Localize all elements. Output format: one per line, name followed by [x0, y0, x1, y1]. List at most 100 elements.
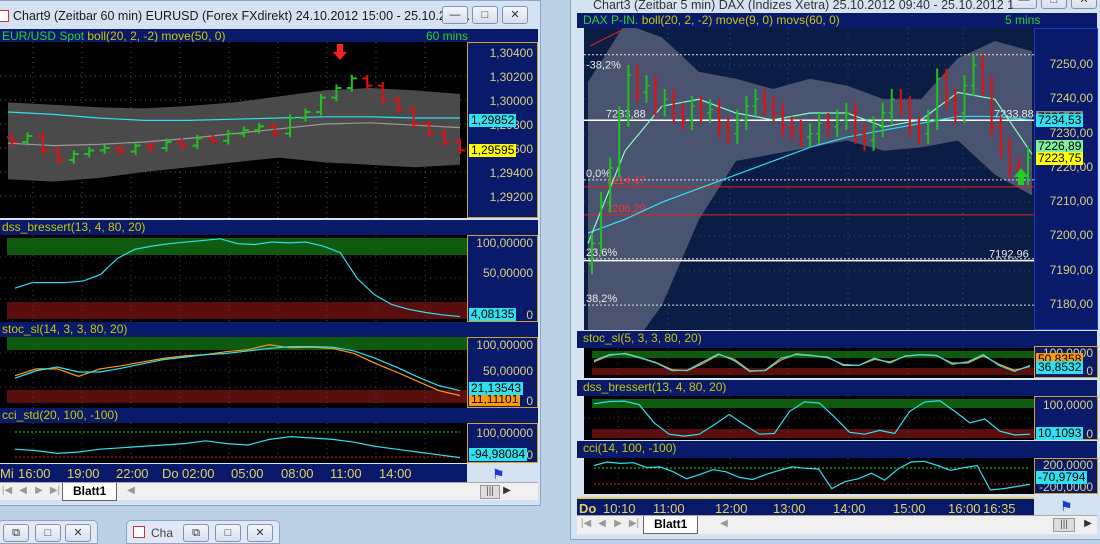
level-label: 38,2%: [586, 293, 617, 305]
axis-tick-label: 1,30000: [489, 94, 533, 108]
prev-sheet-button[interactable]: ◀: [595, 518, 609, 532]
dss-axis: 100,00000 50,00000 0 4,08135: [467, 235, 538, 322]
cci-value-badge: -70,9794: [1036, 470, 1088, 484]
level-label: 7233,88: [606, 108, 646, 120]
last-price-badge: 1,29595: [469, 143, 517, 157]
minimized-title: Cha: [151, 526, 174, 540]
scroll-left-button[interactable]: ◀: [124, 485, 138, 499]
maximize-button[interactable]: □: [472, 6, 498, 24]
stoc-k-value-badge: 21,13543: [469, 381, 524, 395]
maximize-button[interactable]: □: [1041, 0, 1067, 9]
close-button[interactable]: ✕: [502, 6, 528, 24]
time-tick-label: 15:00: [893, 501, 926, 516]
scrollbar-thumb[interactable]: |||: [480, 485, 500, 499]
axis-tick-label: 1,29200: [489, 190, 533, 204]
sheet-tab-blatt1[interactable]: Blatt1: [62, 483, 118, 501]
cci-line: [14, 435, 461, 459]
close-button[interactable]: ✕: [65, 524, 91, 542]
axis-tick-label: 7190,00: [1049, 263, 1093, 277]
stoc-axis: 100,0000050,835836,8532: [1034, 346, 1098, 378]
last-sheet-button[interactable]: ▶|: [627, 518, 641, 532]
dss-label: dss_bressert(13, 4, 80, 20): [583, 380, 727, 394]
stoc-header: stoc_sl(5, 3, 3, 80, 20): [577, 331, 1097, 348]
interval-label: 5 mins: [1005, 13, 1041, 27]
last-price-badge: 7223,75: [1036, 151, 1084, 165]
next-sheet-button[interactable]: ▶: [32, 485, 46, 499]
dss-header: dss_bressert(13, 4, 80, 20): [577, 380, 1097, 396]
move-value-badge: 1,29852: [469, 113, 517, 127]
stoc-panel[interactable]: [584, 348, 1034, 378]
sheet-tab-bar: |◀ ◀ ▶ ▶| Blatt1 ◀ ||| ▶: [0, 482, 538, 501]
close-button[interactable]: ✕: [247, 524, 273, 542]
scroll-right-button[interactable]: ▶: [500, 485, 514, 499]
axis-tick-label: 100,0000: [1042, 398, 1093, 412]
axis-tick-label: 1,30400: [489, 46, 533, 60]
prev-sheet-button[interactable]: ◀: [16, 485, 30, 499]
close-button[interactable]: ✕: [1071, 0, 1097, 9]
last-sheet-button[interactable]: ▶|: [48, 485, 62, 499]
stoc-label: stoc_sl(5, 3, 3, 80, 20): [583, 331, 702, 345]
first-sheet-button[interactable]: |◀: [0, 485, 14, 499]
maximize-button[interactable]: □: [215, 524, 241, 542]
chart-app-icon: [0, 10, 9, 22]
dss-panel[interactable]: [0, 235, 467, 322]
cci-panel[interactable]: [0, 423, 467, 463]
stoc-header: stoc_sl(14, 3, 3, 80, 20): [0, 322, 538, 337]
axis-tick-label: 50,00000: [482, 266, 533, 280]
minimize-button[interactable]: —: [442, 6, 468, 24]
oversold-zone: [7, 302, 467, 319]
level-label: -38,2%: [586, 60, 621, 72]
axis-tick-label: 0: [526, 394, 533, 408]
axis-tick-label: 50,00000: [482, 364, 533, 378]
time-tick-label: 22:00: [116, 466, 149, 481]
minimized-window-1[interactable]: ⧉ □ ✕: [0, 520, 98, 544]
scrollbar-thumb[interactable]: |||: [1053, 518, 1075, 532]
stoc-k-line: [14, 345, 461, 392]
price-axis[interactable]: 7250,00 7240,00 7230,00 7220,00 7210,00 7200,…: [1034, 28, 1098, 330]
axis-tick-label: 0: [1086, 364, 1093, 378]
cci-panel[interactable]: [584, 458, 1034, 494]
flag-icon[interactable]: ⚑: [1060, 498, 1073, 515]
oversold-zone: [592, 368, 1034, 375]
bollinger-band: [588, 28, 1032, 330]
scroll-right-button[interactable]: ▶: [1081, 518, 1095, 532]
time-tick-label: 16:00: [948, 501, 981, 516]
time-tick-label: 11:00: [653, 501, 685, 516]
bollinger-band: [8, 88, 460, 182]
flag-icon[interactable]: ⚑: [492, 466, 505, 483]
eurusd-price-chart[interactable]: [0, 42, 467, 218]
cci-axis: 200,0000 -200,0000 -70,9794: [1034, 458, 1098, 494]
axis-tick-label: 7250,00: [1049, 57, 1093, 71]
dss-panel[interactable]: [584, 396, 1034, 440]
scroll-left-button[interactable]: ◀: [717, 518, 731, 532]
stoc-panel[interactable]: [0, 337, 467, 408]
restore-button[interactable]: ⧉: [3, 524, 29, 542]
price-axis[interactable]: 1,304001,302001,300001,298001,296001,294…: [467, 42, 538, 218]
cci-axis: 100,00000 0 -94,98084: [467, 423, 538, 463]
interval-label: 60 mins: [426, 29, 469, 42]
first-sheet-button[interactable]: |◀: [579, 518, 593, 532]
maximize-button[interactable]: □: [35, 524, 61, 542]
sheet-tab-bar: |◀ ◀ ▶ ▶| Blatt1 ◀ ||| ▶: [577, 515, 1097, 534]
time-tick-label: Do: [162, 466, 179, 481]
main-chart-header: DAX P-IN. boll(20, 2, -2) move(9, 0) mov…: [577, 13, 1097, 28]
cci-label: cci(14, 100, -100): [583, 441, 677, 455]
dax-price-chart[interactable]: -38,2% 7233,88 7233,88 0,0% 7214,47 7206,29 71…: [584, 28, 1034, 330]
next-sheet-button[interactable]: ▶: [611, 518, 625, 532]
time-tick-label: Mi: [0, 466, 14, 481]
dss-axis: 100,0000 0 10,1093: [1034, 396, 1098, 441]
sheet-tab-blatt1[interactable]: Blatt1: [643, 516, 699, 534]
cci-label: cci_std(20, 100, -100): [2, 408, 119, 422]
restore-button[interactable]: ⧉: [183, 524, 209, 542]
axis-tick-label: 100,00000: [476, 236, 533, 250]
stoc-k-value-badge: 36,8532: [1036, 360, 1084, 374]
cci-header: cci(14, 100, -100): [577, 441, 1097, 458]
cci-line: [593, 460, 1031, 491]
minimized-window-2[interactable]: Cha ⧉ □ ✕: [126, 520, 280, 544]
overbought-zone: [592, 399, 1034, 408]
minimize-button[interactable]: —: [1011, 0, 1037, 9]
instrument-label: EUR/USD Spot: [2, 29, 85, 42]
time-tick-label: 13:00: [773, 501, 806, 516]
main-chart-header: EUR/USD Spot boll(20, 2, -2) move(50, 0)…: [0, 29, 538, 42]
sell-signal-arrow-icon: [333, 44, 347, 60]
